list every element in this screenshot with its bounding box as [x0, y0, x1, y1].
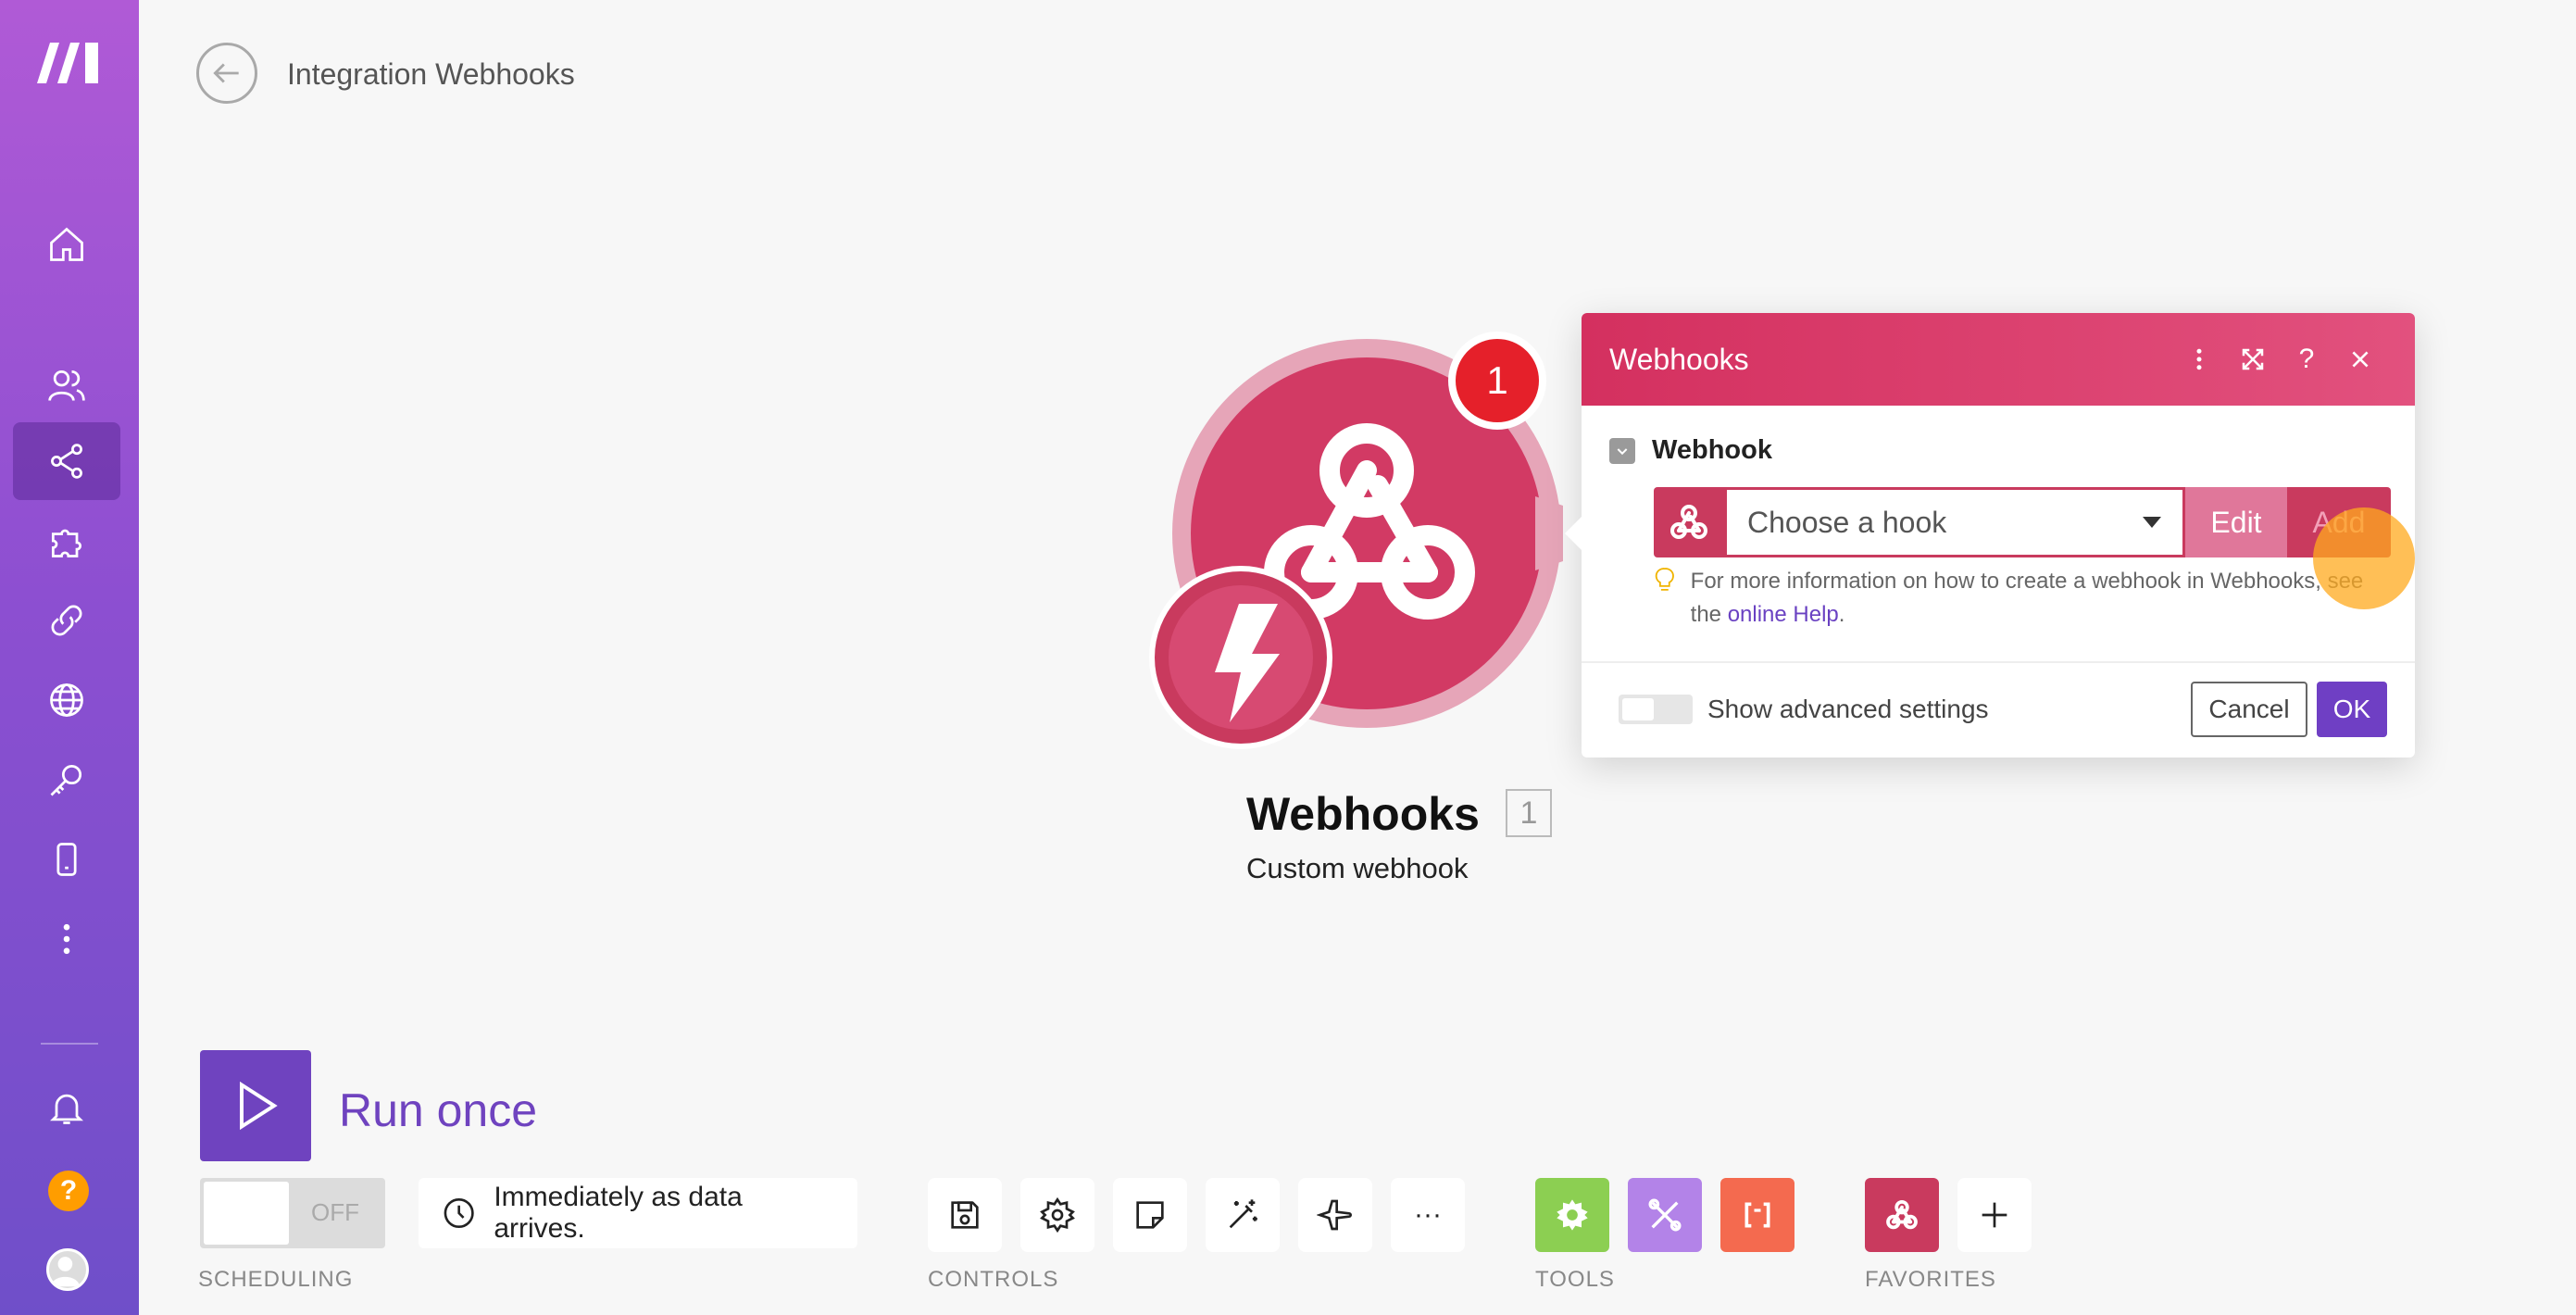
dialog-divider: [1582, 661, 2415, 663]
back-button[interactable]: [196, 43, 257, 104]
cancel-button[interactable]: Cancel: [2191, 682, 2307, 737]
explain-flow-button[interactable]: [1298, 1178, 1372, 1252]
play-icon: [240, 1081, 278, 1131]
sidebar-item-more[interactable]: [13, 900, 120, 978]
dialog-close-button[interactable]: [2333, 332, 2387, 386]
advanced-settings-toggle[interactable]: [1619, 695, 1693, 724]
help-icon[interactable]: ?: [48, 1171, 89, 1211]
sidebar-item-apps[interactable]: [13, 502, 120, 580]
more-controls-button[interactable]: ···: [1391, 1178, 1465, 1252]
avatar[interactable]: [46, 1248, 89, 1291]
toggle-knob: [204, 1182, 289, 1245]
auto-align-button[interactable]: [1206, 1178, 1280, 1252]
key-icon: [50, 764, 82, 796]
sidebar-item-notifications[interactable]: [13, 1069, 120, 1146]
hint-suffix: .: [1838, 602, 1845, 627]
edit-hook-button[interactable]: Edit: [2185, 487, 2287, 557]
wrench-icon: [1648, 1198, 1682, 1232]
sidebar: ?: [0, 0, 139, 1315]
module-index: 1: [1506, 789, 1552, 837]
hook-select-placeholder: Choose a hook: [1747, 505, 1947, 539]
sidebar-item-devices[interactable]: [13, 820, 120, 898]
schedule-text: Immediately as data arrives.: [494, 1182, 743, 1244]
link-icon: [51, 605, 82, 636]
run-once-button[interactable]: [200, 1050, 311, 1161]
expand-icon: [2242, 348, 2264, 370]
more-vertical-icon: [2196, 348, 2202, 370]
cursor-highlight: [2313, 507, 2415, 609]
add-favorite-button[interactable]: [1957, 1178, 2032, 1252]
flow-control-tool[interactable]: [1535, 1178, 1609, 1252]
lightbulb-icon: [1655, 568, 1674, 591]
sidebar-item-webhooks[interactable]: [13, 661, 120, 739]
sidebar-item-keys[interactable]: [13, 741, 120, 819]
make-logo-icon[interactable]: [33, 37, 106, 85]
close-icon: [2352, 351, 2369, 368]
tools-group-label: TOOLS: [1535, 1267, 1615, 1292]
hook-select[interactable]: Choose a hook: [1724, 487, 2185, 557]
share-nodes-icon: [51, 444, 82, 479]
scenario-settings-button[interactable]: [1020, 1178, 1094, 1252]
dialog-expand-button[interactable]: [2226, 332, 2280, 386]
schedule-setting-button[interactable]: Immediately as data arrives.: [419, 1178, 857, 1248]
sidebar-item-team[interactable]: [13, 346, 120, 424]
dialog-help-button[interactable]: ?: [2280, 332, 2333, 386]
sidebar-item-home[interactable]: [13, 206, 120, 283]
arrow-left-icon: [213, 63, 239, 83]
dialog-title: Webhooks: [1609, 342, 1749, 376]
scheduling-state: OFF: [311, 1198, 359, 1226]
sidebar-divider: [41, 1043, 98, 1045]
sidebar-item-scenarios[interactable]: [13, 422, 120, 500]
mobile-icon: [56, 843, 77, 876]
caret-down-icon: [2143, 517, 2161, 528]
hook-hint: For more information on how to create a …: [1654, 565, 2395, 632]
tools-tool[interactable]: [1628, 1178, 1702, 1252]
hook-selector-row: Choose a hook Edit Add: [1654, 487, 2391, 557]
home-icon: [50, 227, 83, 261]
online-help-link[interactable]: online Help: [1728, 602, 1839, 627]
airplane-icon: [1317, 1199, 1352, 1231]
text-parser-tool[interactable]: [1720, 1178, 1794, 1252]
clock-icon: [444, 1197, 474, 1229]
plus-icon: [1982, 1202, 2007, 1228]
webhooks-dialog: Webhooks ? Webhook Choose a hook Edit Fo…: [1565, 313, 2415, 758]
magic-wand-icon: [1229, 1199, 1257, 1229]
question-icon: ?: [2298, 344, 2315, 374]
page-title: Integration Webhooks: [287, 57, 575, 91]
dialog-menu-button[interactable]: [2172, 332, 2226, 386]
dialog-header: Webhooks ?: [1582, 313, 2415, 406]
sidebar-item-connections[interactable]: [13, 582, 120, 659]
webhook-icon: [1654, 487, 1724, 557]
module-subtitle: Custom webhook: [1246, 852, 1469, 884]
webhook-icon: [1886, 1199, 1918, 1230]
run-once-label[interactable]: Run once: [339, 1083, 537, 1137]
brackets-icon: [1744, 1202, 1770, 1228]
module-error-badge[interactable]: 1: [1448, 332, 1546, 430]
sticky-note-icon: [1136, 1201, 1164, 1229]
puzzle-icon: [51, 529, 82, 557]
favorites-group-label: FAVORITES: [1865, 1267, 1996, 1292]
scheduling-toggle[interactable]: OFF: [200, 1178, 385, 1248]
users-icon: [48, 369, 85, 401]
globe-icon: [50, 683, 83, 717]
favorite-webhooks[interactable]: [1865, 1178, 1939, 1252]
ok-button[interactable]: OK: [2317, 682, 2387, 737]
scheduling-group-label: SCHEDULING: [198, 1267, 354, 1292]
gear-icon: [1557, 1199, 1588, 1231]
save-button[interactable]: [928, 1178, 1002, 1252]
webhook-section-toggle[interactable]: Webhook: [1609, 435, 1772, 466]
bell-icon: [50, 1094, 83, 1124]
more-vertical-icon: [63, 923, 70, 955]
gear-icon: [1040, 1196, 1075, 1234]
user-avatar-icon: [50, 1257, 81, 1287]
module-name: Webhooks: [1246, 788, 1480, 840]
save-icon: [951, 1201, 979, 1229]
dialog-pointer: [1565, 517, 1582, 550]
advanced-settings-label: Show advanced settings: [1707, 695, 1989, 723]
section-label: Webhook: [1652, 435, 1772, 465]
controls-group-label: CONTROLS: [928, 1267, 1059, 1292]
chevron-down-icon: [1609, 437, 1635, 464]
notes-button[interactable]: [1113, 1178, 1187, 1252]
